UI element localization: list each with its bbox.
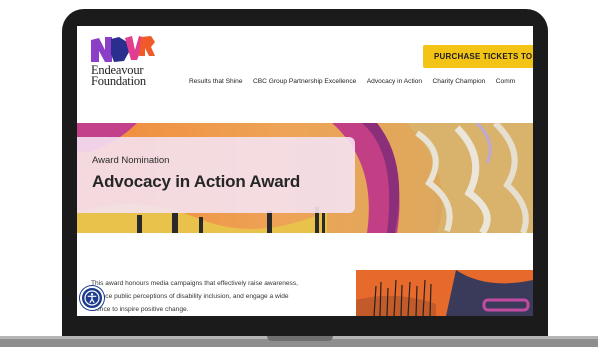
nav-item-charity-champion[interactable]: Charity Champion [433, 78, 486, 85]
browser-viewport: Endeavour Foundation PURCHASE TICKETS TO… [77, 26, 533, 316]
nav-item-advocacy-in-action[interactable]: Advocacy in Action [367, 78, 422, 85]
site-header: Endeavour Foundation PURCHASE TICKETS TO… [77, 26, 533, 98]
accessibility-button[interactable] [80, 286, 104, 310]
intro-paragraph: This award honours media campaigns that … [91, 277, 346, 316]
intro-line-1: This award honours media campaigns that … [91, 280, 298, 287]
hero-eyebrow: Award Nomination [92, 155, 170, 166]
hero-card: Award Nomination Advocacy in Action Awar… [77, 137, 355, 213]
purchase-tickets-button[interactable]: PURCHASE TICKETS TO [423, 45, 533, 68]
nav-item-comm[interactable]: Comm [496, 78, 515, 85]
hero-banner: Award Nomination Advocacy in Action Awar… [77, 123, 533, 233]
logo-line-2: Foundation [91, 74, 146, 88]
nav-item-results-that-shine[interactable]: Results that Shine [189, 78, 243, 85]
laptop-hinge-notch [267, 336, 333, 341]
side-artwork-image [356, 270, 533, 316]
intro-line-2: fluence public perceptions of disability… [91, 293, 289, 300]
site-logo[interactable]: Endeavour Foundation [91, 34, 171, 96]
nav-item-cbc-group-partnership[interactable]: CBC Group Partnership Excellence [253, 78, 356, 85]
page-title: Advocacy in Action Award [92, 172, 301, 191]
accessibility-icon [84, 290, 100, 306]
intro-line-3: dience to inspire positive change. [91, 306, 189, 313]
ndvr-logo-icon [91, 36, 155, 62]
main-nav: Results that Shine CBC Group Partnership… [189, 78, 524, 85]
